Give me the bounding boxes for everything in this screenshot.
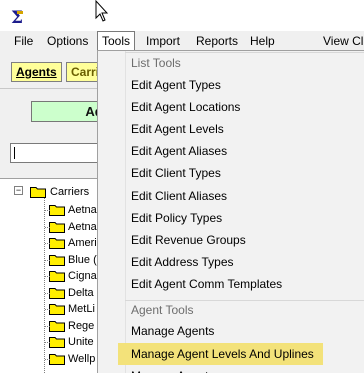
list-tools-header: List Tools xyxy=(131,56,181,70)
menu-item-manage-agents[interactable]: Manage Agents xyxy=(131,365,214,373)
menu-gutter xyxy=(125,51,126,373)
menu-item-edit-revenue-groups[interactable]: Edit Revenue Groups xyxy=(131,229,246,251)
agent-tools-header: Agent Tools xyxy=(131,303,194,317)
tree-connector xyxy=(45,309,50,310)
folder-icon xyxy=(49,238,65,249)
menu-item-edit-client-aliases[interactable]: Edit Client Aliases xyxy=(131,185,227,207)
tree-connector xyxy=(45,292,50,294)
svg-text:Σ: Σ xyxy=(11,8,23,25)
menu-reports[interactable]: Reports xyxy=(196,31,238,51)
menu-item-edit-policy-types[interactable]: Edit Policy Types xyxy=(131,207,222,229)
text-caret xyxy=(14,147,15,159)
agents-tab[interactable]: Agents xyxy=(11,62,62,82)
menu-item-edit-agent-locations[interactable]: Edit Agent Locations xyxy=(131,96,240,118)
menu-item-manage-agents[interactable]: Manage Agents xyxy=(131,320,214,342)
menu-item-manage-agent-levels-and-uplines[interactable]: Manage Agent Levels And Uplines xyxy=(131,343,314,365)
app-icon: Σ xyxy=(10,8,27,25)
menu-item-edit-agent-types[interactable]: Edit Agent Types xyxy=(131,74,221,96)
menu-options[interactable]: Options xyxy=(47,31,88,51)
folder-icon xyxy=(30,187,46,198)
folder-icon xyxy=(49,221,65,233)
tree-root-carriers[interactable]: Carriers xyxy=(50,184,89,200)
menu-help[interactable]: Help xyxy=(250,31,275,51)
menu-bar: File Options Tools Import Reports Help V… xyxy=(0,31,364,51)
tree-connector xyxy=(45,342,50,343)
collapse-toggle-icon[interactable]: − xyxy=(14,186,23,195)
menu-tools[interactable]: Tools xyxy=(97,31,136,51)
folder-icon xyxy=(49,205,65,216)
tree-connector xyxy=(45,276,50,277)
menu-view-clients[interactable]: View Cl xyxy=(323,31,363,51)
folder-icon xyxy=(49,353,65,365)
tree-connector xyxy=(45,210,50,211)
menu-import[interactable]: Import xyxy=(146,31,180,51)
folder-icon xyxy=(49,287,65,299)
title-bar: Σ xyxy=(0,0,364,31)
menu-item-edit-client-types[interactable]: Edit Client Types xyxy=(131,162,221,184)
mouse-cursor-icon xyxy=(95,0,109,22)
folder-icon xyxy=(49,254,65,266)
tree-connector xyxy=(45,259,50,261)
tree-connector xyxy=(45,226,50,228)
menu-item-edit-agent-levels[interactable]: Edit Agent Levels xyxy=(131,118,224,140)
folder-icon xyxy=(49,337,65,348)
tree-guide-line xyxy=(44,193,45,373)
menu-item-edit-agent-aliases[interactable]: Edit Agent Aliases xyxy=(131,140,227,162)
menu-item-edit-address-types[interactable]: Edit Address Types xyxy=(131,251,234,273)
menu-file[interactable]: File xyxy=(14,31,33,51)
tree-connector xyxy=(45,325,50,327)
folder-icon xyxy=(49,271,65,282)
folder-icon xyxy=(49,320,65,332)
folder-icon xyxy=(49,304,65,315)
tree-connector xyxy=(45,243,50,244)
tree-connector xyxy=(45,358,50,360)
menu-item-edit-agent-comm-templates[interactable]: Edit Agent Comm Templates xyxy=(131,273,282,295)
